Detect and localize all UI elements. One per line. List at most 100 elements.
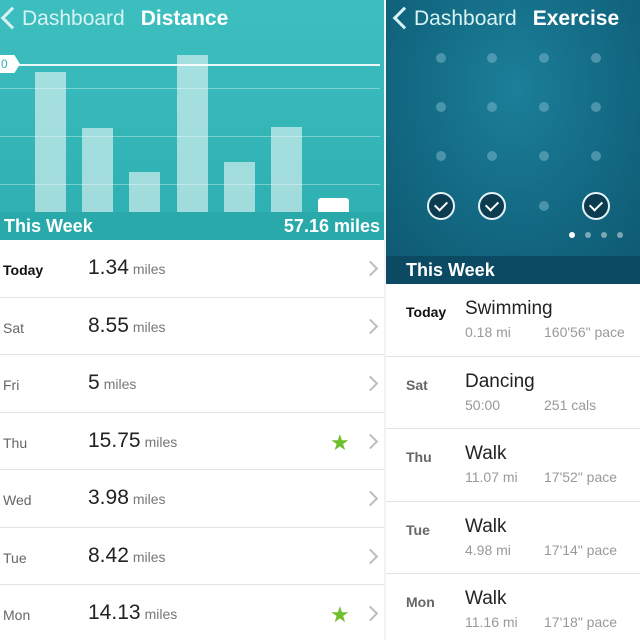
- exercise-stat-secondary: 160'56" pace: [544, 324, 625, 340]
- distance-chart: 0: [0, 36, 384, 212]
- chevron-left-icon[interactable]: [392, 0, 414, 38]
- distance-row[interactable]: Mon 14.13 miles ★: [0, 585, 384, 640]
- exercise-stat-secondary: 17'18" pace: [544, 614, 618, 630]
- exercise-stat-primary: 11.07 mi: [465, 469, 518, 485]
- check-circle-icon[interactable]: [478, 192, 506, 220]
- chevron-left-icon[interactable]: [0, 0, 22, 38]
- exercise-list: Today Swimming 0.18 mi 160'56" pace Sat Danci…: [386, 284, 640, 640]
- exercise-row[interactable]: Mon Walk 11.16 mi 17'18" pace: [386, 574, 640, 640]
- row-day: Tue: [3, 549, 27, 566]
- distance-unit: miles: [144, 606, 178, 622]
- exercise-stat-secondary: 17'52" pace: [544, 469, 618, 485]
- exercise-name: Dancing: [465, 370, 535, 392]
- row-distance: 14.13 miles: [88, 601, 177, 625]
- distance-value: 8.42: [88, 543, 129, 567]
- distance-value: 15.75: [88, 428, 141, 452]
- pager-dot[interactable]: [585, 232, 591, 238]
- chevron-right-icon[interactable]: [362, 605, 379, 622]
- week-label: This Week: [4, 215, 93, 236]
- chevron-right-icon[interactable]: [362, 260, 379, 277]
- week-total: 57.16 miles: [283, 215, 380, 236]
- distance-value: 8.55: [88, 313, 129, 337]
- row-distance: 5 miles: [88, 371, 136, 395]
- check-circle-icon[interactable]: [427, 192, 455, 220]
- exercise-name: Walk: [465, 443, 507, 464]
- row-distance: 8.42 miles: [88, 544, 166, 568]
- exercise-row[interactable]: Tue Walk 4.98 mi 17'14" pace: [386, 502, 640, 574]
- exercise-stat-primary: 11.16 mi: [465, 614, 518, 630]
- row-day: Tue: [406, 521, 430, 538]
- grid-dot: [539, 151, 549, 161]
- week-label: This Week: [406, 259, 495, 280]
- chevron-right-icon[interactable]: [362, 433, 379, 449]
- distance-unit: miles: [132, 548, 166, 565]
- pager-dot[interactable]: [569, 232, 575, 238]
- week-label-strip: This Week: [386, 256, 640, 284]
- exercise-stat-secondary: 251 cals: [544, 396, 597, 413]
- distance-list: Today 1.34 miles Sat 8.55 miles Fri 5 miles Thu 15…: [0, 240, 384, 640]
- chevron-right-icon[interactable]: [362, 548, 379, 564]
- row-day: Today: [406, 304, 447, 320]
- row-day: Today: [3, 262, 44, 278]
- grid-dot: [436, 102, 446, 112]
- row-day: Sat: [406, 376, 428, 393]
- exercise-screen: Dashboard Exercise This Week Today Swimmi…: [384, 0, 640, 640]
- week-summary: This Week 57.16 miles: [0, 212, 384, 240]
- exercise-stat-primary: 4.98 mi: [465, 541, 511, 558]
- distance-unit: miles: [103, 376, 137, 392]
- distance-value: 14.13: [88, 601, 141, 624]
- exercise-row[interactable]: Sat Dancing 50:00 251 cals: [386, 357, 640, 429]
- distance-row[interactable]: Sat 8.55 miles: [0, 298, 384, 355]
- page-title: Exercise: [532, 7, 620, 30]
- exercise-stat-primary: 50:00: [465, 396, 501, 413]
- row-distance: 15.75 miles: [88, 429, 177, 453]
- distance-row[interactable]: Tue 8.42 miles: [0, 528, 384, 585]
- dashboard-back-link[interactable]: Dashboard: [414, 7, 517, 31]
- pager-dot[interactable]: [601, 232, 607, 238]
- grid-dot: [591, 151, 601, 161]
- row-distance: 3.98 miles: [88, 486, 166, 510]
- goal-tag: 0: [0, 55, 20, 73]
- grid-dot: [436, 53, 446, 63]
- row-day: Thu: [406, 449, 432, 465]
- row-day: Mon: [3, 607, 31, 623]
- chevron-right-icon[interactable]: [362, 490, 379, 507]
- distance-row[interactable]: Today 1.34 miles: [0, 240, 384, 298]
- chart-bar-wed: [129, 172, 161, 212]
- distance-row[interactable]: Fri 5 miles: [0, 355, 384, 413]
- pager-dot[interactable]: [617, 232, 623, 238]
- chart-bar-fri: [223, 162, 255, 212]
- row-day: Sat: [3, 319, 25, 336]
- row-day: Wed: [3, 492, 32, 508]
- grid-dot: [539, 102, 549, 112]
- distance-screen: Dashboard Distance 0 This Week 57.16 mil…: [0, 0, 384, 640]
- chart-bar-thu: [176, 55, 208, 212]
- distance-row[interactable]: Thu 15.75 miles ★: [0, 413, 384, 470]
- exercise-row[interactable]: Today Swimming 0.18 mi 160'56" pace: [386, 284, 640, 357]
- page-title: Distance: [140, 7, 229, 30]
- distance-value: 3.98: [88, 486, 129, 509]
- chart-bar-today: [318, 198, 350, 212]
- exercise-stat-primary: 0.18 mi: [465, 324, 511, 340]
- distance-header: Dashboard Distance 0: [0, 0, 384, 212]
- grid-dot: [436, 151, 446, 161]
- row-distance: 8.55 miles: [88, 314, 166, 338]
- distance-unit: miles: [144, 433, 178, 450]
- star-icon: ★: [330, 429, 350, 455]
- exercise-name: Walk: [465, 588, 507, 609]
- grid-dot: [591, 53, 601, 63]
- distance-value: 1.34: [88, 256, 129, 279]
- chart-bar-tue: [82, 128, 114, 212]
- row-distance: 1.34 miles: [88, 256, 166, 280]
- exercise-row[interactable]: Thu Walk 11.07 mi 17'52" pace: [386, 429, 640, 502]
- row-day: Mon: [406, 594, 435, 610]
- chevron-right-icon[interactable]: [362, 375, 379, 392]
- dashboard-back-link[interactable]: Dashboard: [22, 7, 125, 31]
- distance-unit: miles: [132, 261, 166, 277]
- chevron-right-icon[interactable]: [362, 318, 379, 334]
- grid-dot: [487, 151, 497, 161]
- grid-dot: [487, 102, 497, 112]
- row-day: Thu: [3, 434, 28, 451]
- check-circle-icon[interactable]: [582, 192, 610, 220]
- distance-row[interactable]: Wed 3.98 miles: [0, 470, 384, 528]
